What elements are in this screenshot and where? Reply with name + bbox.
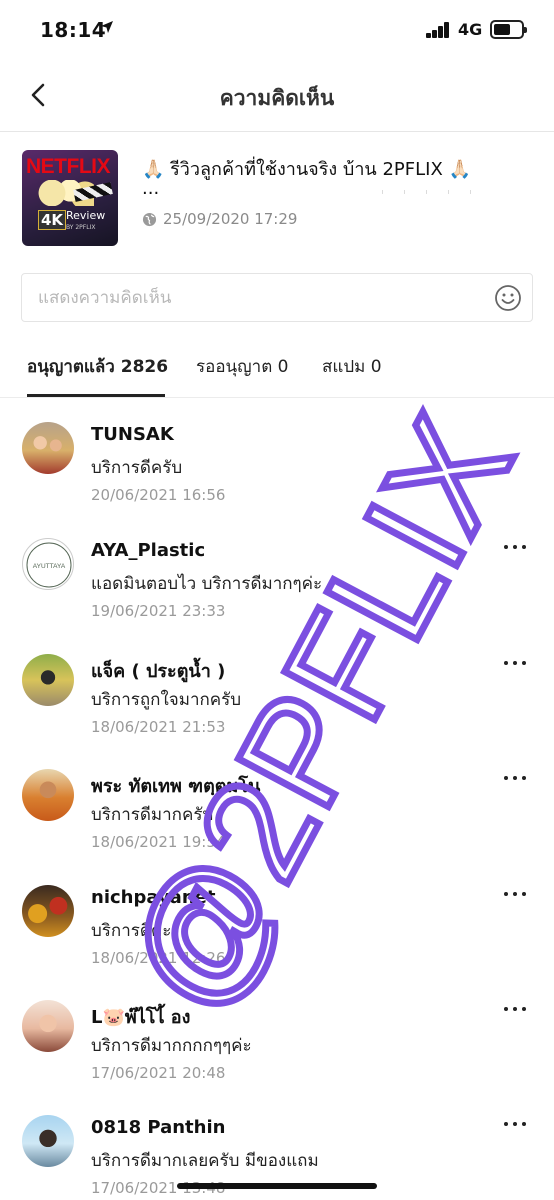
more-options-icon[interactable] <box>504 889 528 899</box>
status-bar: 18:14 4G <box>0 0 554 62</box>
more-options-icon[interactable] <box>504 542 528 552</box>
comment-text: บริการถูกใจมากครับ <box>91 690 242 710</box>
comment-time: 18/06/2021 21:53 <box>91 718 226 736</box>
comment-item[interactable]: TUNSAK บริการดีครับ 20/06/2021 16:56 <box>22 422 532 532</box>
comment-tabs: อนุญาตแล้ว 2826 รออนุญาต 0 สแปม 0 <box>0 340 554 398</box>
comment-time: 18/06/2021 12:26 <box>91 949 226 967</box>
comment-text: บริการดีค่ะ <box>91 921 172 941</box>
avatar[interactable] <box>22 1000 74 1052</box>
comment-author[interactable]: พระ ทัตเทพ ฑตฺตมโน <box>91 771 260 800</box>
comment-time: 17/06/2021 20:48 <box>91 1064 226 1082</box>
comment-box <box>21 273 533 322</box>
avatar[interactable] <box>22 654 74 706</box>
post-title-overflow <box>382 190 492 194</box>
smiley-icon[interactable] <box>494 284 522 312</box>
comment-item[interactable]: AYUTTAYA AYA_Plastic แอดมินตอบไว บริการด… <box>22 538 532 648</box>
comment-time: 20/06/2021 16:56 <box>91 486 226 504</box>
comment-author[interactable]: AYA_Plastic <box>91 540 205 561</box>
comment-author[interactable]: แจ็ค ( ประตูน้ำ ) <box>91 656 225 685</box>
avatar[interactable] <box>22 769 74 821</box>
more-options-icon[interactable] <box>504 1119 528 1129</box>
page-title: ความคิดเห็น <box>219 86 335 110</box>
nav-bar: ความคิดเห็น <box>0 62 554 132</box>
post-thumbnail: NETFLIX 4K Review BY 2PFLIX <box>22 150 118 246</box>
comment-text: บริการดีครับ <box>91 458 183 478</box>
comment-author[interactable]: nichpayanet <box>91 887 215 908</box>
thumbnail-label: Review BY 2PFLIX <box>66 210 105 234</box>
thumbnail-badge: 4K <box>38 210 67 230</box>
thumbnail-review-text: Review <box>66 209 106 222</box>
ayuttaya-logo-icon: AYUTTAYA <box>26 542 72 588</box>
avatar-logo-text: AYUTTAYA <box>33 563 66 570</box>
comment-item[interactable]: พระ ทัตเทพ ฑตฺตมโน บริการดีมากครับ 18/06… <box>22 769 532 879</box>
thumbnail-sublabel: BY 2PFLIX <box>66 224 96 231</box>
comment-input[interactable] <box>22 274 482 321</box>
post-title: 🙏🏻 รีวิวลูกค้าที่ใช้งานจริง บ้าน 2PFLIX … <box>142 159 471 180</box>
post-ellipsis: ... <box>142 178 160 199</box>
thumbnail-brand: NETFLIX <box>26 155 111 178</box>
more-options-icon[interactable] <box>504 658 528 668</box>
tab-approved[interactable]: อนุญาตแล้ว 2826 <box>27 353 168 380</box>
comment-time: 19/06/2021 23:33 <box>91 602 226 620</box>
comment-author[interactable]: TUNSAK <box>91 424 174 445</box>
globe-icon <box>142 212 157 226</box>
comment-item[interactable]: nichpayanet บริการดีค่ะ 18/06/2021 12:26 <box>22 885 532 995</box>
comment-text: บริการดีมากเลยครับ มีของแถม <box>91 1151 319 1171</box>
more-options-icon[interactable] <box>504 773 528 783</box>
post-summary[interactable]: NETFLIX 4K Review BY 2PFLIX 🙏🏻 รีวิวลูกค… <box>22 150 532 250</box>
tab-spam[interactable]: สแปม 0 <box>322 353 382 380</box>
home-indicator[interactable] <box>177 1183 377 1189</box>
post-meta: 25/09/2020 17:29 <box>142 210 297 228</box>
comment-text: บริการดีมากครับ <box>91 805 214 825</box>
battery-icon <box>490 20 527 39</box>
avatar[interactable] <box>22 422 74 474</box>
avatar[interactable] <box>22 1115 74 1167</box>
comment-item[interactable]: แจ็ค ( ประตูน้ำ ) บริการถูกใจมากครับ 18/… <box>22 654 532 764</box>
comment-text: บริการดีมากกกกๆๆค่ะ <box>91 1036 252 1056</box>
comment-author[interactable]: 0818 Panthin <box>91 1117 225 1138</box>
status-time: 18:14 <box>40 18 107 42</box>
active-tab-indicator <box>27 394 165 397</box>
location-arrow-icon <box>101 21 113 33</box>
network-type: 4G <box>458 20 483 39</box>
signal-icon <box>426 22 452 38</box>
avatar[interactable]: AYUTTAYA <box>22 538 74 590</box>
comment-time: 18/06/2021 19:54 <box>91 833 226 851</box>
tab-pending[interactable]: รออนุญาต 0 <box>196 353 288 380</box>
comment-item[interactable]: L🐷พ๊ไโไ้ อง บริการดีมากกกกๆๆค่ะ 17/06/20… <box>22 1000 532 1110</box>
post-timestamp: 25/09/2020 17:29 <box>163 210 298 228</box>
avatar[interactable] <box>22 885 74 937</box>
comment-author[interactable]: L🐷พ๊ไโไ้ อง <box>91 1002 190 1031</box>
more-options-icon[interactable] <box>504 1004 528 1014</box>
comment-text: แอดมินตอบไว บริการดีมากๆค่ะ <box>91 574 323 594</box>
